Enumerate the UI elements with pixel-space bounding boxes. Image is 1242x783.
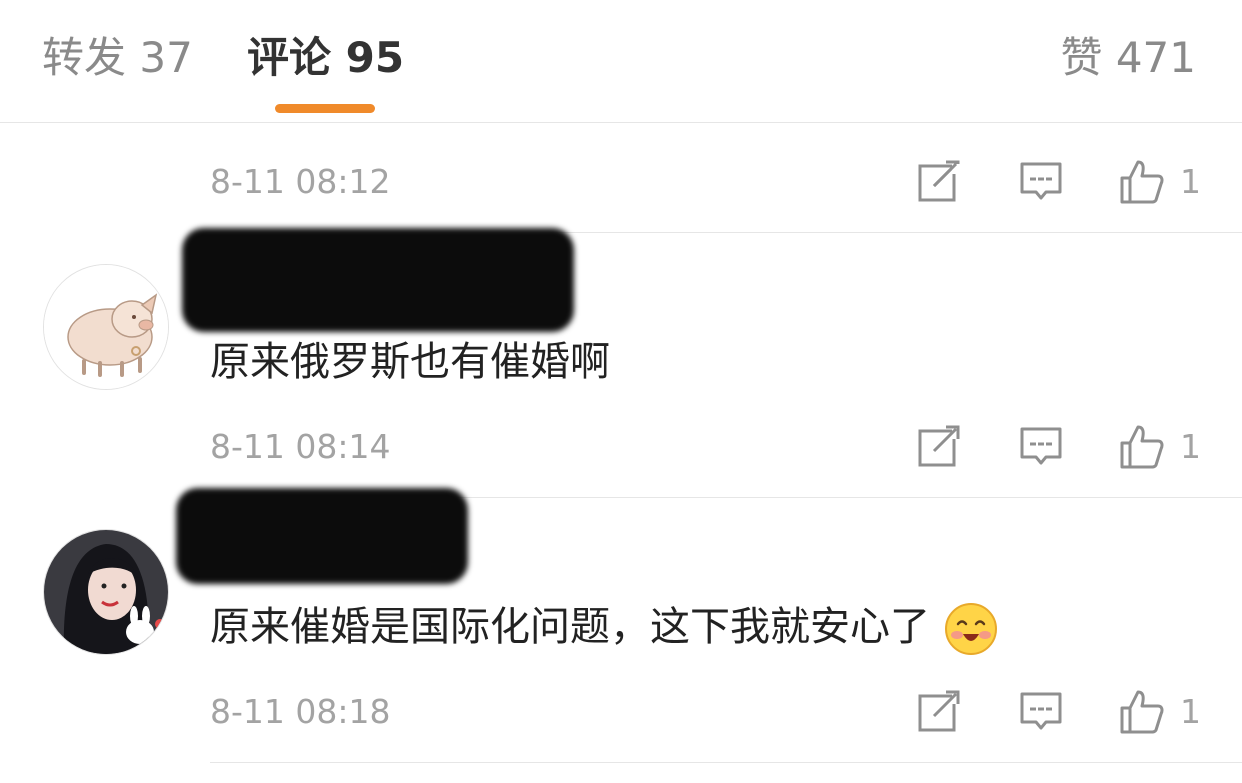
thumbs-up-icon[interactable]	[1118, 688, 1164, 734]
thumbs-up-icon[interactable]	[1118, 423, 1164, 469]
comment-time: 8-11 08:14	[210, 427, 391, 466]
like-count: 1	[1180, 162, 1201, 201]
pig-avatar[interactable]	[43, 264, 169, 390]
girl-avatar[interactable]	[43, 529, 169, 655]
share-icon[interactable]	[916, 423, 962, 469]
happy-blush-emoji-icon	[944, 602, 998, 656]
tab-comment[interactable]: 评论 95	[247, 30, 404, 86]
share-icon[interactable]	[916, 688, 962, 734]
comment-time: 8-11 08:12	[210, 162, 391, 201]
comment-text-content: 原来催婚是国际化问题，这下我就安心了	[210, 604, 930, 650]
tab-repost[interactable]: 转发 37	[42, 30, 193, 86]
reply-icon[interactable]	[1018, 688, 1064, 734]
comment-meta-row: 8-11 08:18 1	[0, 682, 1242, 742]
like-count: 1	[1180, 692, 1201, 731]
redacted-username	[182, 228, 574, 332]
comment-text: 原来俄罗斯也有催婚啊	[210, 339, 610, 385]
comment-meta-row: 8-11 08:12 1	[0, 152, 1242, 212]
thumbs-up-icon[interactable]	[1118, 158, 1164, 204]
share-icon[interactable]	[916, 158, 962, 204]
like-count: 1	[1180, 427, 1201, 466]
redacted-username	[176, 488, 468, 584]
comment-time: 8-11 08:18	[210, 692, 391, 731]
comment-meta-row: 8-11 08:14 1	[0, 417, 1242, 477]
comment-text: 原来催婚是国际化问题，这下我就安心了	[210, 601, 998, 656]
reply-icon[interactable]	[1018, 158, 1064, 204]
divider	[210, 762, 1242, 763]
tab-like[interactable]: 赞 471	[1060, 30, 1196, 86]
reply-icon[interactable]	[1018, 423, 1064, 469]
comment-tabs-bar: 转发 37 评论 95 赞 471	[0, 0, 1242, 123]
active-tab-indicator	[275, 104, 375, 113]
